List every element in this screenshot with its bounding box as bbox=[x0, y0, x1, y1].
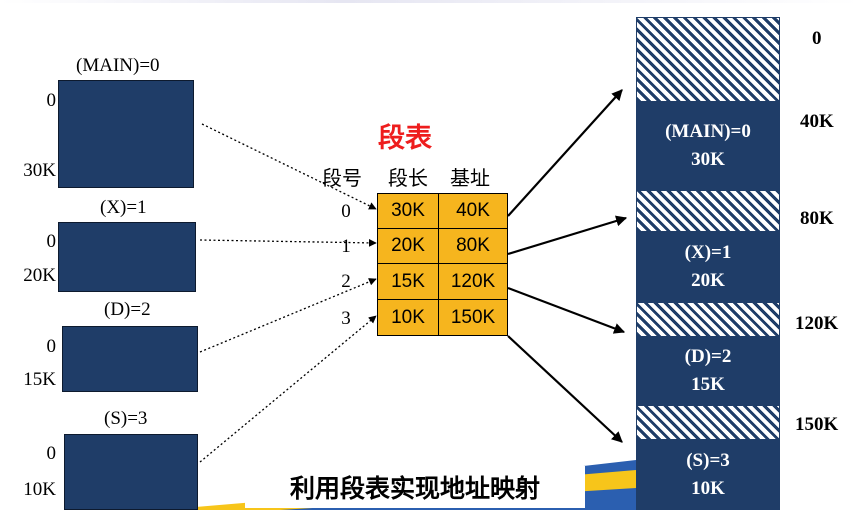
dotted-arrow-x bbox=[199, 238, 377, 247]
solid-arrow-d bbox=[507, 286, 626, 334]
diagram-caption: 利用段表实现地址映射 bbox=[245, 466, 585, 508]
dotted-arrow-main bbox=[201, 123, 377, 210]
dotted-arrow-s bbox=[199, 315, 377, 463]
solid-arrow-main bbox=[507, 89, 623, 217]
solid-arrow-x bbox=[507, 215, 628, 256]
solid-arrow-s bbox=[507, 335, 623, 443]
mapping-arrows bbox=[199, 89, 628, 463]
dotted-arrow-d bbox=[199, 278, 377, 353]
